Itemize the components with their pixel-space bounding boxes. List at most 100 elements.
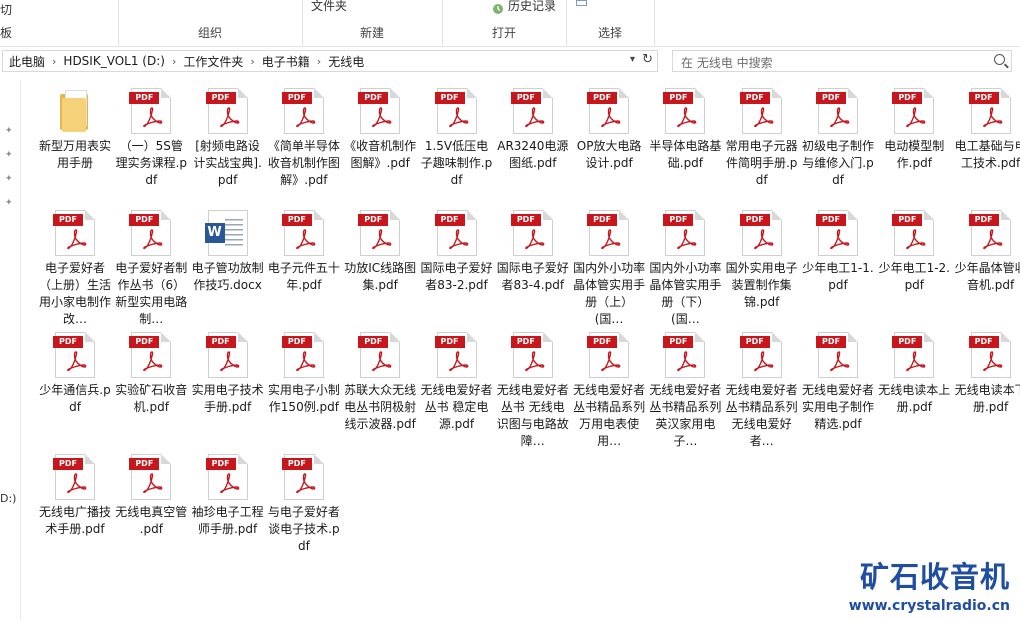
file-name-label: 《收音机制作图解》.pdf [344, 139, 417, 170]
chevron-right-icon[interactable]: › [172, 55, 176, 68]
pdf-file-icon: PDF [205, 88, 248, 134]
file-name-label: 电子爱好者制作丛书（6） 新型实用电路制… [115, 261, 188, 326]
file-item[interactable]: PDF 国际电子爱好者83-2.pdf [420, 210, 494, 294]
file-item[interactable]: PDF （一）5S管理实务课程.pdf [114, 88, 188, 189]
file-item[interactable]: PDF OP放大电路设计.pdf [572, 88, 646, 172]
pdf-file-icon: PDF [53, 332, 95, 378]
new-group-label: 新建 [359, 26, 384, 40]
file-item[interactable]: PDF 常用电子元器件简明手册.pdf [725, 88, 799, 189]
file-name-label: AR3240电源图纸.pdf [497, 139, 569, 170]
file-item[interactable]: PDF 电子爱好者制作丛书（6） 新型实用电路制… [114, 210, 188, 328]
pdf-file-icon: PDF [510, 332, 553, 378]
file-item[interactable]: PDF 与电子爱好者谈电子技术.pdf [267, 454, 341, 555]
pdf-file-icon: PDF [129, 210, 172, 256]
file-item[interactable]: PDF 少年电工1-1.pdf [801, 210, 875, 294]
file-item[interactable]: W 电子管功放制作技巧.docx [191, 210, 265, 294]
file-name-label: 实验矿石收音机.pdf [115, 383, 188, 414]
file-item[interactable]: PDF 电工基础与电工技术.pdf [954, 88, 1020, 172]
new-group: 文件夹 新建 [302, 0, 443, 46]
pin-icon[interactable]: ✦ [5, 150, 13, 160]
file-item[interactable]: PDF 少年晶体管收音机.pdf [954, 210, 1020, 294]
file-item[interactable]: PDF 功放IC线路图集.pdf [343, 210, 417, 294]
file-item[interactable]: PDF 无线电爱好者丛书精品系列 无线电爱好者… [725, 332, 799, 450]
file-name-label: 无线电真空管 .pdf [115, 505, 188, 536]
pdf-file-icon: PDF [816, 332, 858, 378]
file-item[interactable]: PDF 无线电爱好者丛书 稳定电源.pdf [420, 332, 494, 433]
file-item[interactable]: PDF 实用电子技术手册.pdf [191, 332, 265, 416]
file-item[interactable]: PDF 无线电广播技术手册.pdf [38, 454, 112, 538]
file-item[interactable]: PDF 实验矿石收音机.pdf [114, 332, 188, 416]
search-placeholder: 在 无线电 中搜索 [681, 56, 773, 70]
file-item[interactable]: PDF 实用电子小制作150例.pdf [267, 332, 341, 416]
pdf-file-icon: PDF [434, 332, 477, 378]
file-item[interactable]: PDF 电动模型制作.pdf [877, 88, 951, 172]
file-item[interactable]: PDF 半导体电路基础.pdf [648, 88, 722, 172]
file-item[interactable]: PDF 无线电真空管 .pdf [114, 454, 188, 538]
address-dropdown-icon[interactable]: ▾ [630, 54, 635, 65]
file-name-label: 新型万用表实用手册 [38, 139, 111, 170]
pin-icon[interactable]: ✦ [5, 126, 13, 136]
file-name-label: 无线电爱好者丛书精品系列 无线电爱好者… [725, 383, 798, 448]
file-item[interactable]: PDF 国内外小功率晶体管实用手册（下） (国… [648, 210, 722, 328]
address-bar-row: 此电脑 › HDSIK_VOL1 (D:) › 工作文件夹 › 电子书籍 › 无… [0, 48, 1020, 76]
history-button[interactable]: 历史记录 [508, 0, 556, 14]
pdf-file-icon: PDF [739, 332, 782, 378]
file-name-label: 半导体电路基础.pdf [649, 139, 722, 170]
file-item[interactable]: 新型万用表实用手册 [38, 88, 112, 172]
pin-icon[interactable]: ✦ [5, 198, 13, 208]
file-name-label: 功放IC线路图集.pdf [344, 261, 417, 292]
navigation-pane[interactable]: ✦ ✦ ✦ ✦ D:) [0, 80, 21, 620]
file-item[interactable]: PDF 无线电爱好者丛书 无线电识图与电路故障… [496, 332, 570, 450]
file-item[interactable]: PDF [射频电路设计实战宝典].pdf [191, 88, 265, 189]
pdf-file-icon: PDF [53, 210, 95, 256]
file-item[interactable]: PDF 无线电爱好者丛书精品系列 万用电表使用… [572, 332, 646, 450]
select-all-icon[interactable] [576, 0, 587, 6]
pdf-file-icon: PDF [892, 88, 935, 134]
breadcrumb-ebooks[interactable]: 电子书籍 [262, 53, 310, 70]
file-item[interactable]: PDF 袖珍电子工程师手册.pdf [191, 454, 265, 538]
file-name-label: 无线电爱好者丛书 稳定电源.pdf [420, 383, 493, 431]
breadcrumb-radio[interactable]: 无线电 [328, 53, 364, 70]
file-item[interactable]: PDF 无线电爱好者丛书精品系列 英汉家用电子… [648, 332, 722, 450]
file-item[interactable]: PDF 无线电读本下册.pdf [954, 332, 1020, 416]
file-item[interactable]: PDF 国际电子爱好者83-4.pdf [496, 210, 570, 294]
file-item[interactable]: PDF 无线电读本上册.pdf [877, 332, 951, 416]
file-item[interactable]: PDF 国外实用电子装置制作集锦.pdf [725, 210, 799, 311]
file-item[interactable]: PDF 无线电爱好者实用电子制作精选.pdf [801, 332, 875, 433]
chevron-right-icon[interactable]: › [250, 55, 254, 68]
pdf-file-icon: PDF [510, 210, 553, 256]
file-name-label: 1.5V低压电子趣味制作.pdf [420, 139, 493, 187]
file-item[interactable]: PDF 《收音机制作图解》.pdf [343, 88, 417, 172]
file-item[interactable]: PDF 《简单半导体收音机制作图解》.pdf [267, 88, 341, 189]
pin-icon[interactable]: ✦ [5, 174, 13, 184]
file-item[interactable]: PDF 苏联大众无线电丛书阴极射线示波器.pdf [343, 332, 417, 433]
file-item[interactable]: PDF 国内外小功率晶体管实用手册（上） (国… [572, 210, 646, 328]
pdf-file-icon: PDF [816, 210, 858, 256]
file-item[interactable]: PDF 1.5V低压电子趣味制作.pdf [420, 88, 494, 189]
pdf-file-icon: PDF [510, 88, 553, 134]
file-item[interactable]: PDF 电子元件五十年.pdf [267, 210, 341, 294]
file-item[interactable]: PDF 电子爱好者（上册）生活用小家电制作改… [38, 210, 112, 328]
file-name-label: 无线电广播技术手册.pdf [38, 505, 111, 536]
file-item[interactable]: PDF 初级电子制作与维修入门.pdf [801, 88, 875, 189]
pdf-file-icon: PDF [434, 210, 477, 256]
file-item[interactable]: PDF AR3240电源图纸.pdf [496, 88, 570, 172]
breadcrumb-work-folder[interactable]: 工作文件夹 [183, 53, 243, 70]
pdf-file-icon: PDF [968, 210, 1011, 256]
search-input[interactable]: 在 无线电 中搜索 [672, 50, 1012, 72]
pdf-file-icon: PDF [587, 332, 630, 378]
search-icon[interactable] [994, 54, 1005, 65]
file-name-label: [射频电路设计实战宝典].pdf [193, 139, 262, 187]
chevron-right-icon[interactable]: › [52, 55, 56, 68]
new-folder-button[interactable]: 文件夹 [311, 0, 347, 14]
breadcrumb-drive[interactable]: HDSIK_VOL1 (D:) [63, 54, 165, 68]
address-bar[interactable]: 此电脑 › HDSIK_VOL1 (D:) › 工作文件夹 › 电子书籍 › 无… [2, 50, 658, 72]
pdf-file-icon: PDF [53, 454, 95, 500]
refresh-icon[interactable]: ↻ [642, 52, 653, 67]
breadcrumb-this-pc[interactable]: 此电脑 [9, 53, 45, 70]
nav-drive-item[interactable]: D:) [0, 492, 16, 505]
file-item[interactable]: PDF 少年电工1-2.pdf [877, 210, 951, 294]
file-name-label: 初级电子制作与维修入门.pdf [801, 139, 874, 187]
chevron-right-icon[interactable]: › [317, 55, 321, 68]
file-item[interactable]: PDF 少年通信兵.pdf [38, 332, 112, 416]
